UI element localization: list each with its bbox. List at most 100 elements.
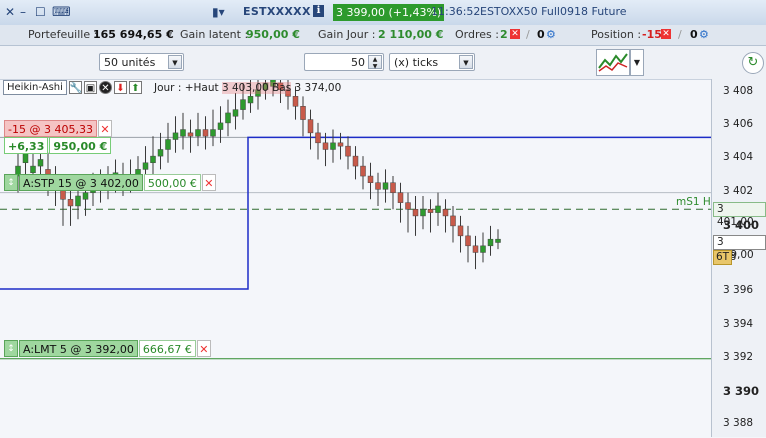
candle-body — [180, 129, 186, 137]
chart-toolbar: 50 unités ▼ 50 ▲ ▼ (x) ticks ▼ ▼ ↻ — [0, 46, 766, 79]
candle-body — [210, 129, 216, 137]
refresh-icon[interactable]: ↻ — [742, 52, 764, 74]
cancel-limit-button[interactable]: ✕ — [196, 340, 211, 357]
account-bar: Portefeuille : 165 694,65 € Gain latent … — [0, 25, 766, 46]
position-done-count: 0 — [690, 28, 698, 41]
limit-order-gain: 666,67 € — [138, 340, 196, 357]
orders-done-count: 0 — [537, 28, 545, 41]
maximize-icon[interactable]: ☐ — [35, 5, 46, 19]
indicators-icon[interactable] — [596, 49, 630, 76]
ohlc-high: +Haut — [184, 82, 219, 94]
ticks-mode-value: (x) ticks — [394, 56, 439, 69]
day-gain-value: 2 110,00 € — [378, 28, 444, 41]
candle-body — [480, 245, 486, 253]
indicator-label: mS1 H — [676, 196, 711, 208]
candle-body — [337, 142, 344, 147]
candle-body — [487, 238, 494, 247]
arrow-down-icon[interactable]: ⬇ — [113, 81, 127, 94]
candle-body — [442, 209, 449, 217]
ticks-value: 50 — [351, 56, 365, 69]
axis-tick-label: 3 396 — [723, 284, 754, 297]
candle-body — [240, 99, 246, 110]
candle-body — [150, 155, 156, 164]
position-separator: / — [678, 28, 682, 41]
position-tag[interactable]: -15 @ 3 405,33 ✕ — [4, 120, 113, 137]
candle-body — [157, 149, 164, 157]
orders-separator: / — [526, 28, 530, 41]
candle-body — [232, 109, 239, 117]
drag-handle-icon[interactable]: ↕ — [4, 174, 18, 191]
day-gain-label: Gain Jour : — [318, 28, 376, 41]
position-settings-icon[interactable]: ⚙ — [699, 28, 709, 41]
candle-body — [225, 112, 231, 124]
chevron-down-icon[interactable]: ▼ — [459, 55, 473, 69]
candle-body — [367, 175, 374, 183]
timeframe-select[interactable]: 50 unités ▼ — [99, 53, 184, 71]
candle-body — [142, 162, 149, 170]
candle-body — [457, 225, 464, 237]
last-price-badge: 3 399,00 (+1,43%) — [333, 4, 445, 21]
axis-tick-label: 3 394 — [723, 317, 754, 330]
drag-handle-icon[interactable]: ↕ — [4, 340, 18, 357]
keyboard-icon[interactable]: ⌨ — [52, 5, 71, 20]
stop-order-tag[interactable]: ↕ A:STP 15 @ 3 402,00 500,00 € ✕ — [4, 174, 217, 191]
stepper-arrows-icon[interactable]: ▲ ▼ — [368, 55, 382, 70]
orders-pending-count[interactable]: 2 — [500, 28, 508, 41]
minimize-icon[interactable]: – — [20, 5, 26, 19]
cancel-orders-icon[interactable]: ✕ — [510, 29, 520, 39]
arrow-up-icon[interactable]: ⬆ — [128, 81, 142, 94]
close-icon[interactable]: ✕ — [98, 81, 112, 94]
candle-body — [427, 209, 434, 213]
candle-body — [37, 159, 44, 167]
close-icon[interactable]: ✕ — [5, 5, 15, 19]
position-pnl-tag: +6,33 950,00 € — [4, 137, 112, 154]
candle-body — [187, 132, 194, 137]
latent-gain-label: Gain latent : — [180, 28, 249, 41]
candle-body — [412, 209, 419, 217]
last-price-marker: 3 399,00 — [713, 235, 766, 261]
candle-body — [375, 182, 381, 190]
cancel-stop-button[interactable]: ✕ — [201, 174, 216, 191]
ticks-mode-select[interactable]: (x) ticks ▼ — [389, 53, 475, 71]
candle-body — [30, 165, 36, 173]
axis-tick-label: 3 404 — [723, 151, 754, 164]
ticks-stepper[interactable]: 50 ▲ ▼ — [304, 53, 384, 71]
title-bar: ✕ – ☐ ⌨ ▮▾ ESTXXXXX ℹ 3 399,00 (+1,43%) … — [0, 0, 766, 26]
close-position-button[interactable]: ✕ — [97, 120, 112, 137]
stop-order-gain: 500,00 € — [143, 174, 201, 191]
ohlc-readout: Jour : +Haut 3 403,00 Bas 3 374,00 — [154, 82, 341, 94]
candle-body — [330, 142, 336, 150]
candle-body — [420, 209, 426, 217]
instrument-icon[interactable]: ▮▾ — [212, 5, 225, 19]
axis-tick-label: 3 392 — [723, 350, 754, 363]
chevron-down-icon[interactable]: ▼ — [168, 55, 182, 69]
candle-body — [322, 142, 329, 150]
candle-body — [307, 119, 314, 134]
clock: 11:36:52 — [431, 5, 481, 18]
chart-style-label[interactable]: Heikin-Ashi — [3, 80, 67, 95]
axis-tick-label: 3 406 — [723, 118, 754, 131]
candle-body — [292, 96, 299, 107]
candle-body — [67, 199, 74, 207]
window-icon[interactable]: ▣ — [83, 81, 97, 94]
portfolio-label: Portefeuille : — [28, 28, 98, 41]
wrench-icon[interactable]: 🔧 — [68, 81, 82, 94]
limit-order-tag[interactable]: ↕ A:LMT 5 @ 3 392,00 666,67 € ✕ — [4, 340, 212, 357]
instrument-name[interactable]: ESTXXXXX — [243, 5, 311, 18]
ohlc-low: 3 374,00 — [294, 82, 342, 94]
ms1-price-marker: 3 401,00 — [713, 202, 766, 228]
info-icon[interactable]: ℹ — [313, 5, 324, 17]
ohlc-overlap: 3 403,00 Bas — [221, 82, 292, 94]
position-gain: 950,00 € — [49, 137, 112, 154]
candle-body — [202, 129, 209, 137]
indicators-dropdown-icon[interactable]: ▼ — [630, 49, 644, 76]
candle-body — [172, 132, 179, 140]
candle-body — [165, 139, 171, 150]
candle-body — [195, 129, 201, 137]
ohlc-prefix: Jour : — [154, 82, 182, 94]
candle-body — [465, 235, 471, 247]
orders-settings-icon[interactable]: ⚙ — [546, 28, 556, 41]
close-position-icon[interactable]: ✕ — [661, 29, 671, 39]
contract-name: ESTOXX50 Full0918 Future — [480, 5, 627, 18]
candle-body — [75, 195, 81, 207]
